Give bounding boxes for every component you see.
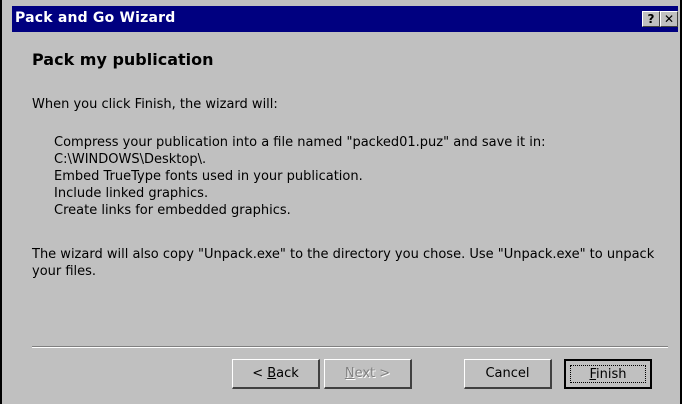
cancel-button-label: Cancel [485, 366, 530, 381]
back-button[interactable]: < Back [232, 359, 320, 389]
step-embedded-graphics: Create links for embedded graphics. [54, 203, 291, 218]
intro-text: When you click Finish, the wizard will: [32, 97, 278, 112]
help-button[interactable]: ? [642, 11, 660, 27]
window-title: Pack and Go Wizard [15, 10, 176, 26]
unpack-note: The wizard will also copy "Unpack.exe" t… [32, 247, 655, 279]
step-linked-graphics: Include linked graphics. [54, 186, 209, 201]
page-heading: Pack my publication [32, 50, 214, 69]
pack-and-go-wizard-window: Pack and Go Wizard ? ✕ Pack my publicati… [0, 0, 682, 404]
next-button-label: Next > [344, 366, 391, 381]
finish-button-label: Finish [589, 366, 627, 382]
next-button[interactable]: Next > [324, 359, 412, 389]
step-save-path: C:\WINDOWS\Desktop\. [54, 152, 207, 167]
close-button[interactable]: ✕ [660, 11, 678, 27]
step-embed-fonts: Embed TrueType fonts used in your public… [54, 169, 363, 184]
finish-button[interactable]: Finish [564, 359, 652, 389]
back-button-label: < Back [252, 366, 299, 381]
separator [32, 346, 668, 348]
step-compress: Compress your publication into a file na… [54, 135, 546, 150]
title-bar[interactable]: Pack and Go Wizard ? ✕ [12, 6, 678, 32]
cancel-button[interactable]: Cancel [464, 359, 552, 389]
